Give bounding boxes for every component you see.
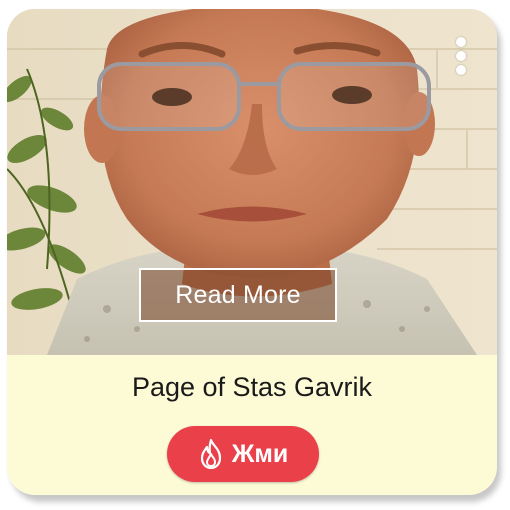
menu-dot bbox=[456, 65, 466, 75]
menu-dot bbox=[456, 37, 466, 47]
cta-label: Жми bbox=[231, 439, 289, 468]
fire-icon bbox=[198, 438, 224, 470]
profile-photo[interactable]: Read More bbox=[7, 9, 497, 355]
page-title: Page of Stas Gavrik bbox=[131, 372, 373, 402]
profile-card: Read More Page of Stas Gavrik Жми bbox=[7, 9, 497, 495]
cta-button[interactable]: Жми bbox=[167, 426, 319, 482]
read-more-button[interactable]: Read More bbox=[139, 268, 337, 322]
menu-dot bbox=[456, 51, 466, 61]
more-vertical-icon[interactable] bbox=[455, 37, 467, 83]
